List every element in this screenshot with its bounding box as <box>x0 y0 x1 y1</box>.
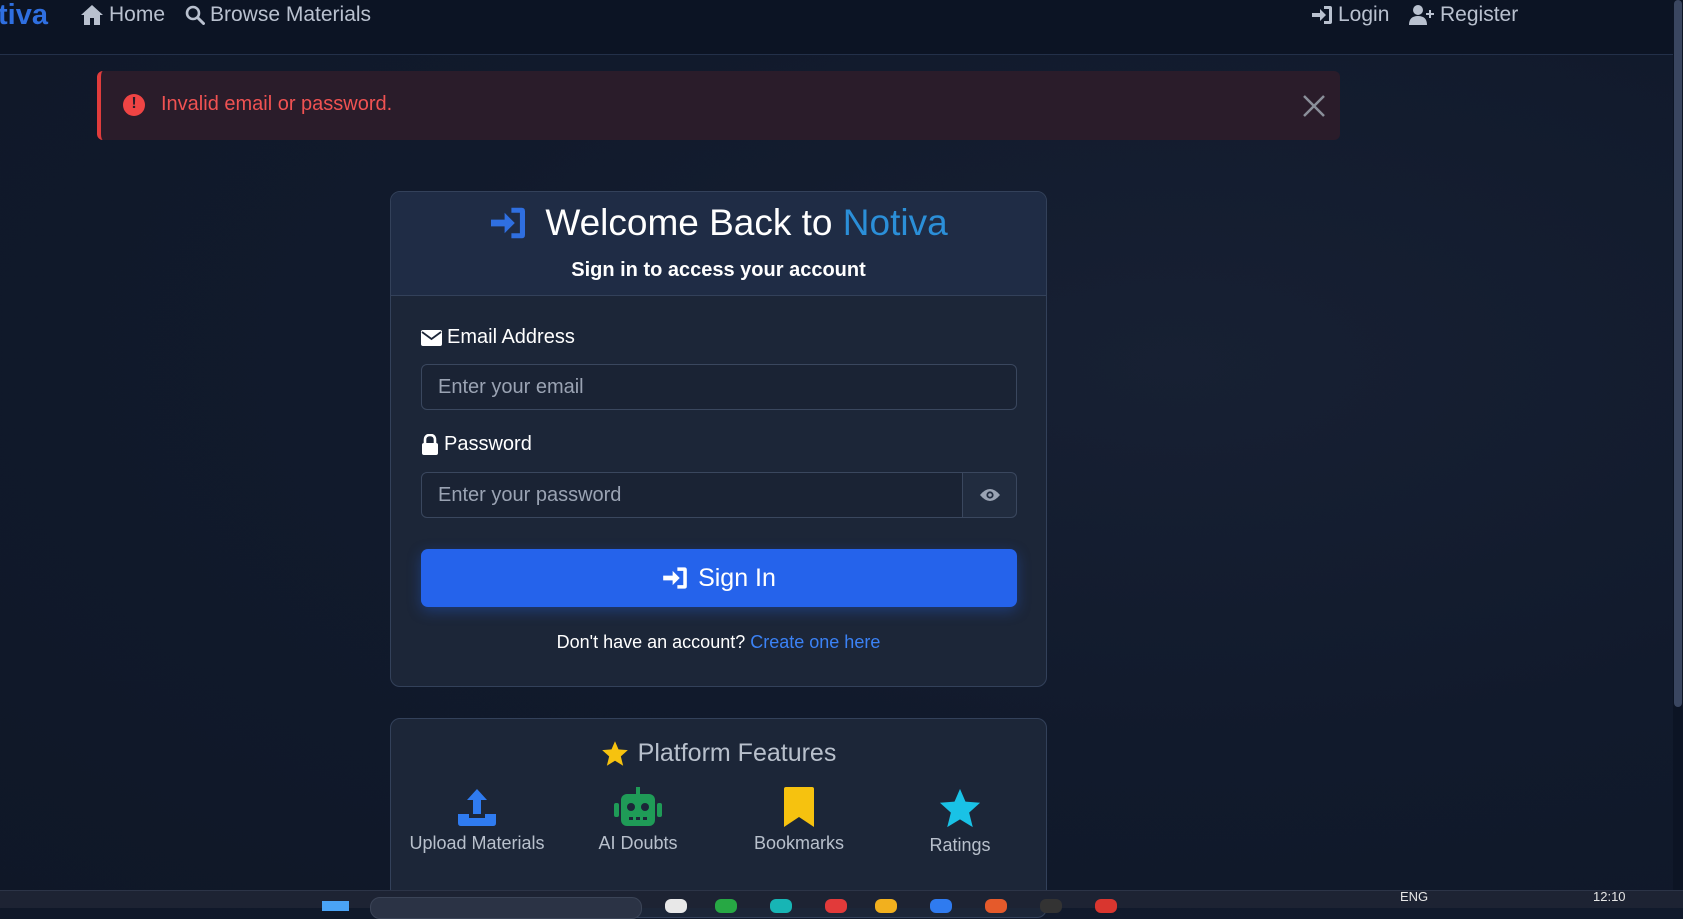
toggle-password-button[interactable] <box>962 472 1017 518</box>
sign-in-icon <box>1312 6 1332 24</box>
taskbar-app-icon[interactable] <box>825 899 847 913</box>
taskbar-app-icon[interactable] <box>875 899 897 913</box>
top-navbar: tiva Home Browse Materials Login Registe… <box>0 0 1673 55</box>
star-icon <box>601 741 628 766</box>
user-plus-icon <box>1409 5 1434 25</box>
email-field[interactable] <box>421 364 1017 410</box>
os-taskbar: ENG 12:10 <box>0 889 1683 919</box>
sign-in-icon <box>491 207 526 239</box>
brand-logo[interactable]: tiva <box>0 0 48 32</box>
password-label: Password <box>421 433 532 456</box>
no-account-text: Don't have an account? <box>556 632 746 652</box>
taskbar-app-icon[interactable] <box>1095 899 1117 913</box>
title-brand: Notiva <box>842 202 948 243</box>
login-card-header: Welcome Back to Notiva Sign in to access… <box>391 192 1046 296</box>
feature-ai-doubts-label: AI Doubts <box>598 833 678 853</box>
upload-icon <box>458 789 496 826</box>
password-label-text: Password <box>444 433 532 455</box>
envelope-icon <box>421 329 442 346</box>
title-prefix: Welcome Back to <box>545 202 843 243</box>
feature-upload-label: Upload Materials <box>409 833 545 853</box>
scrollbar-thumb[interactable] <box>1674 0 1682 707</box>
sign-in-icon <box>663 567 687 589</box>
alert-message: Invalid email or password. <box>161 93 393 115</box>
features-title: Platform Features <box>391 739 1046 768</box>
page-title: Welcome Back to Notiva <box>391 202 1046 244</box>
eye-icon <box>979 489 1000 501</box>
features-title-text: Platform Features <box>637 739 837 767</box>
nav-register-link[interactable]: Register <box>1409 3 1518 27</box>
taskbar-app-icon[interactable] <box>715 899 737 913</box>
feature-ai-doubts: AI Doubts <box>568 787 708 854</box>
sign-in-button[interactable]: Sign In <box>421 549 1017 607</box>
create-account-link[interactable]: Create one here <box>750 632 880 652</box>
error-icon <box>123 94 145 116</box>
login-card: Welcome Back to Notiva Sign in to access… <box>390 191 1047 687</box>
home-icon <box>81 5 103 25</box>
nav-login-label: Login <box>1338 3 1390 26</box>
nav-home-link[interactable]: Home <box>80 3 165 27</box>
sign-in-label: Sign In <box>698 563 776 592</box>
email-label-text: Email Address <box>447 326 575 348</box>
star-icon <box>939 788 981 828</box>
close-icon[interactable] <box>1301 93 1327 119</box>
taskbar-clock[interactable]: 12:10 <box>1593 889 1626 904</box>
bookmark-icon <box>784 787 814 827</box>
taskbar-search-box[interactable] <box>370 897 642 919</box>
nav-register-label: Register <box>1440 3 1519 26</box>
register-prompt: Don't have an account? Create one here <box>391 632 1046 653</box>
nav-login-link[interactable]: Login <box>1311 3 1389 27</box>
taskbar-app-icon[interactable] <box>985 899 1007 913</box>
lock-icon <box>422 434 438 455</box>
login-subtitle: Sign in to access your account <box>571 259 866 281</box>
features-card: Platform Features Upload Materials AI Do… <box>390 718 1047 918</box>
nav-browse-label: Browse Materials <box>210 3 372 26</box>
taskbar-language[interactable]: ENG <box>1400 889 1428 904</box>
password-field[interactable] <box>421 472 963 518</box>
email-label: Email Address <box>421 326 575 349</box>
feature-bookmarks: Bookmarks <box>729 787 869 854</box>
taskbar-app-icon[interactable] <box>1040 899 1062 913</box>
nav-browse-link[interactable]: Browse Materials <box>185 3 371 27</box>
windows-start-icon[interactable] <box>322 901 349 911</box>
search-icon <box>185 5 205 25</box>
robot-icon <box>614 787 662 826</box>
error-alert: Invalid email or password. <box>97 71 1340 140</box>
taskbar-app-icon[interactable] <box>770 899 792 913</box>
taskbar-app-icon[interactable] <box>930 899 952 913</box>
feature-upload: Upload Materials <box>407 787 547 854</box>
feature-bookmarks-label: Bookmarks <box>753 833 845 853</box>
taskbar-app-icon[interactable] <box>665 899 687 913</box>
feature-ratings: Ratings <box>890 787 1030 856</box>
nav-home-label: Home <box>109 3 166 26</box>
feature-ratings-label: Ratings <box>929 835 991 855</box>
